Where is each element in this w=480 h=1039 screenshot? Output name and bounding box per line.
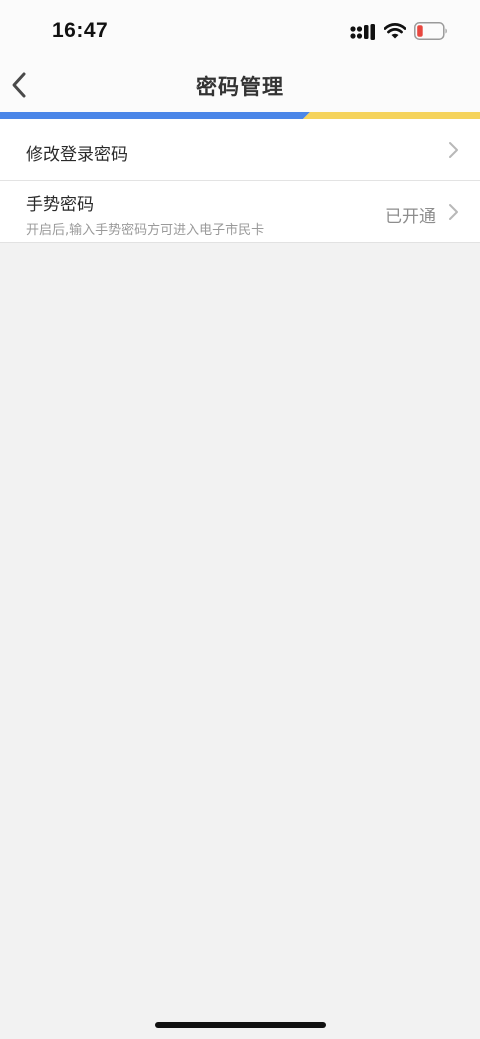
- status-time: 16:47: [52, 19, 109, 42]
- status-bar: 16:47: [0, 0, 480, 60]
- page-title: 密码管理: [196, 75, 284, 99]
- gesture-password-status: 已开通: [385, 207, 436, 227]
- gesture-password-row[interactable]: 手势密码 开启后,输入手势密码方可进入电子市民卡 已开通: [0, 181, 480, 242]
- battery-icon: [414, 22, 447, 40]
- wifi-icon: [384, 22, 406, 39]
- accent-stripe: [0, 112, 480, 119]
- top-bar: 16:47 密码管理: [0, 0, 480, 112]
- signal-icon: [350, 24, 375, 40]
- change-login-password-label: 修改登录密码: [26, 145, 128, 165]
- gesture-password-subtitle: 开启后,输入手势密码方可进入电子市民卡: [26, 223, 265, 238]
- home-indicator[interactable]: [155, 1022, 326, 1028]
- gesture-password-label: 手势密码: [26, 195, 94, 215]
- chevron-right-icon: [449, 142, 458, 158]
- nav-bar: 密码管理: [0, 60, 480, 112]
- chevron-right-icon: [449, 204, 458, 220]
- change-login-password-row[interactable]: 修改登录密码: [0, 119, 480, 181]
- settings-list: 修改登录密码 手势密码 开启后,输入手势密码方可进入电子市民卡 已开通: [0, 119, 480, 243]
